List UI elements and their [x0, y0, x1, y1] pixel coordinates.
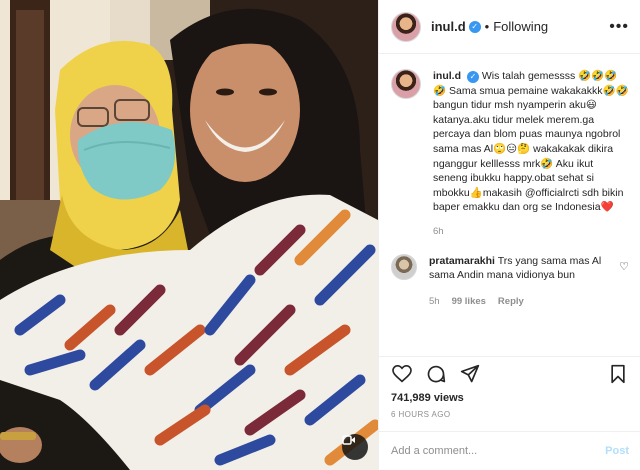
caption-text: Wis talah gemessss 🤣🤣🤣🤣 Sama smua pemain…: [433, 70, 629, 214]
comment-icon[interactable]: [425, 363, 447, 385]
header-separator: •: [484, 19, 490, 34]
verified-icon: ✓: [466, 71, 479, 84]
post-button[interactable]: Post: [605, 445, 629, 457]
post-photo: [0, 0, 378, 470]
post-header: inul.d ✓ • Following •••: [379, 0, 640, 54]
comment-input[interactable]: [391, 445, 606, 457]
view-count[interactable]: 741,989 views: [391, 392, 464, 404]
verified-icon: ✓: [468, 20, 481, 33]
comments-section[interactable]: inul.d ✓ Wis talah gemessss 🤣🤣🤣🤣 Sama sm…: [379, 55, 640, 355]
avatar[interactable]: [391, 253, 417, 280]
comment-time[interactable]: 5h: [429, 295, 440, 310]
video-camera-icon[interactable]: [342, 434, 368, 460]
share-icon[interactable]: [459, 363, 481, 385]
action-bar: [379, 356, 640, 390]
bookmark-icon[interactable]: [607, 363, 629, 385]
following-button[interactable]: Following: [493, 19, 548, 34]
reply-button[interactable]: Reply: [498, 295, 524, 310]
post-caption: inul.d ✓ Wis talah gemessss 🤣🤣🤣🤣 Sama sm…: [391, 69, 629, 240]
avatar[interactable]: [391, 69, 421, 99]
comment-username[interactable]: pratamarakhi: [429, 255, 495, 267]
caption-username[interactable]: inul.d: [433, 70, 461, 82]
post-media[interactable]: [0, 0, 378, 470]
caption-time[interactable]: 6h: [433, 225, 629, 240]
post-details-panel: inul.d ✓ • Following ••• inul.d ✓ Wis ta…: [378, 0, 640, 470]
add-comment-row: Post: [379, 431, 640, 470]
avatar[interactable]: [391, 11, 421, 42]
heart-icon[interactable]: [391, 363, 413, 385]
comment-like-icon[interactable]: ♡: [619, 260, 629, 273]
header-username[interactable]: inul.d: [431, 19, 466, 34]
comment-likes[interactable]: 99 likes: [452, 295, 486, 310]
comment-item: pratamarakhi Trs yang sama mas Al sama A…: [391, 253, 629, 310]
post-timestamp[interactable]: 6 HOURS AGO: [391, 410, 451, 419]
more-icon[interactable]: •••: [609, 18, 629, 36]
